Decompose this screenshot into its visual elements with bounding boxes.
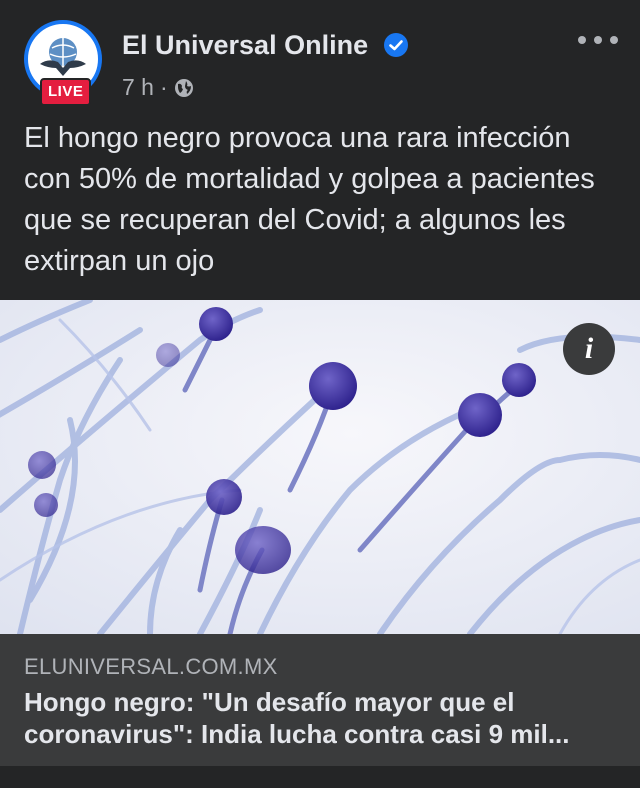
more-dot	[610, 36, 618, 44]
page-name-label[interactable]: El Universal Online	[122, 30, 368, 60]
post-meta: 7 h ·	[122, 74, 194, 101]
link-preview-image[interactable]	[0, 300, 640, 634]
fungus-micrograph-image	[0, 300, 640, 634]
link-title-line-1: Hongo negro: "Un desafío mayor que el	[24, 687, 515, 717]
more-dot	[594, 36, 602, 44]
meta-separator: ·	[159, 74, 168, 100]
page-name[interactable]: El Universal Online	[122, 30, 408, 61]
post-time[interactable]: 7 h	[122, 74, 154, 100]
globe-icon	[174, 79, 193, 97]
info-button[interactable]: i	[563, 323, 615, 375]
link-title-line-2: coronavirus": India lucha contra casi 9 …	[24, 719, 570, 749]
link-preview-footer[interactable]: ELUNIVERSAL.COM.MX Hongo negro: "Un desa…	[0, 634, 640, 766]
page-avatar[interactable]: LIVE	[22, 18, 106, 106]
link-title[interactable]: Hongo negro: "Un desafío mayor que el co…	[24, 686, 624, 750]
post-header: LIVE El Universal Online 7 h ·	[0, 0, 640, 110]
more-options-button[interactable]	[578, 30, 618, 50]
link-domain: ELUNIVERSAL.COM.MX	[24, 654, 278, 679]
more-dot	[578, 36, 586, 44]
verified-badge-icon	[383, 33, 408, 57]
live-badge: LIVE	[40, 78, 92, 106]
post-text: El hongo negro provoca una rara infecció…	[24, 122, 595, 277]
